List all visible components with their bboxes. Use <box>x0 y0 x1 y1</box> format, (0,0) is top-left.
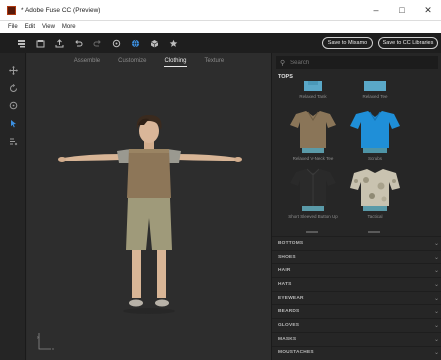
search-input[interactable] <box>290 59 421 66</box>
chevron-down-icon: ⌄ <box>433 281 439 288</box>
garment-label: Scrubs <box>367 156 382 161</box>
menu-edit[interactable]: Edit <box>25 24 35 30</box>
chevron-down-icon: ⌄ <box>433 336 439 343</box>
category-label: HAIR <box>278 268 291 274</box>
category-label: MASKS <box>278 336 297 342</box>
category-label: HATS <box>278 281 292 287</box>
maximize-button[interactable]: □ <box>389 0 415 21</box>
chevron-down-icon: ⌄ <box>433 350 439 357</box>
menu-view[interactable]: View <box>42 24 55 30</box>
3d-viewport[interactable]: Assemble Customize Clothing Texture y x <box>27 53 271 360</box>
garment-short-sleeved-button-up[interactable]: Short Sleeved Button Up <box>286 166 340 219</box>
pose-icon[interactable] <box>8 136 18 146</box>
globe-icon[interactable] <box>128 36 142 50</box>
save-to-mixamo-button[interactable]: Save to Mixamo <box>322 37 373 49</box>
menu-more[interactable]: More <box>62 24 76 30</box>
category-shoes[interactable]: SHOES ⌄ <box>272 249 441 264</box>
orbit-icon[interactable] <box>8 100 18 110</box>
save-to-cc-libraries-button[interactable]: Save to CC Libraries <box>378 37 438 49</box>
category-label: BOTTOMS <box>278 240 304 246</box>
tool-rail <box>0 53 26 360</box>
garment-label: Short Sleeved Button Up <box>288 214 338 219</box>
cube-icon[interactable] <box>147 36 161 50</box>
chevron-down-icon: ⌄ <box>433 254 439 261</box>
more-indicator <box>368 231 380 233</box>
star-icon[interactable] <box>166 36 180 50</box>
category-masks[interactable]: MASKS ⌄ <box>272 331 441 346</box>
category-label: MOUSTACHES <box>278 350 314 356</box>
garment-relaxed-vneck-tee[interactable]: Relaxed V-Neck Tee <box>286 108 340 161</box>
export-icon[interactable] <box>52 36 66 50</box>
chevron-down-icon: ⌄ <box>433 240 439 247</box>
garment-relaxed-tee[interactable]: Relaxed Tee <box>348 81 402 99</box>
category-beards[interactable]: BEARDS ⌄ <box>272 304 441 318</box>
tops-header: TOPS <box>278 74 293 80</box>
rotate-icon[interactable] <box>8 83 18 93</box>
category-hats[interactable]: HATS ⌄ <box>272 277 441 291</box>
category-label: GLOVES <box>278 322 300 328</box>
save-icon[interactable] <box>33 36 47 50</box>
more-indicator <box>306 231 318 233</box>
move-icon[interactable] <box>8 65 18 75</box>
garment-scrubs[interactable]: Scrubs <box>348 108 402 161</box>
axis-x-label: x <box>52 346 54 351</box>
close-button[interactable]: ✕ <box>415 0 441 21</box>
character-model[interactable]: y x <box>27 53 271 360</box>
layers-icon[interactable] <box>14 36 28 50</box>
window-title: * Adobe Fuse CC (Preview) <box>21 6 101 14</box>
menu-bar: File Edit View More <box>0 21 441 33</box>
garment-label: Relaxed Tee <box>362 94 388 99</box>
chevron-down-icon: ⌄ <box>433 309 439 316</box>
category-label: SHOES <box>278 254 296 260</box>
garment-label: Relaxed Tank <box>299 94 327 99</box>
garment-tactical[interactable]: Tactical <box>348 166 402 219</box>
category-label: BEARDS <box>278 309 300 315</box>
category-eyewear[interactable]: EYEWEAR ⌄ <box>272 290 441 305</box>
search-icon: ⚲ <box>280 59 286 67</box>
select-cursor-icon[interactable] <box>8 118 18 128</box>
category-hair[interactable]: HAIR ⌄ <box>272 263 441 277</box>
category-moustaches[interactable]: MOUSTACHES ⌄ <box>272 345 441 360</box>
redo-icon[interactable] <box>90 36 104 50</box>
search-bar: ⚲ <box>276 56 438 69</box>
garment-label: Relaxed V-Neck Tee <box>292 156 334 161</box>
chevron-down-icon: ⌄ <box>433 322 439 329</box>
category-list: BOTTOMS ⌄ SHOES ⌄ HAIR ⌄ HATS ⌄ EYEWEAR ⌄ BEA… <box>272 236 441 359</box>
app-icon <box>7 5 16 15</box>
axis-y-label: y <box>37 334 39 339</box>
chevron-down-icon: ⌄ <box>433 268 439 275</box>
garment-label: Tactical <box>367 214 383 219</box>
minimize-button[interactable]: – <box>363 0 389 21</box>
chevron-down-icon: ⌄ <box>433 295 439 302</box>
undo-icon[interactable] <box>71 36 85 50</box>
title-bar: * Adobe Fuse CC (Preview) – □ ✕ <box>0 0 441 21</box>
category-bottoms[interactable]: BOTTOMS ⌄ <box>272 236 441 250</box>
menu-file[interactable]: File <box>8 24 18 30</box>
category-gloves[interactable]: GLOVES ⌄ <box>272 318 441 332</box>
garment-relaxed-tank[interactable]: Relaxed Tank <box>286 81 340 99</box>
clothing-panel: ⚲ TOPS Relaxed Tank Relaxed Tee Relaxed … <box>271 53 441 360</box>
reset-icon[interactable] <box>109 36 123 50</box>
category-label: EYEWEAR <box>278 295 304 301</box>
toolbar <box>0 33 441 53</box>
